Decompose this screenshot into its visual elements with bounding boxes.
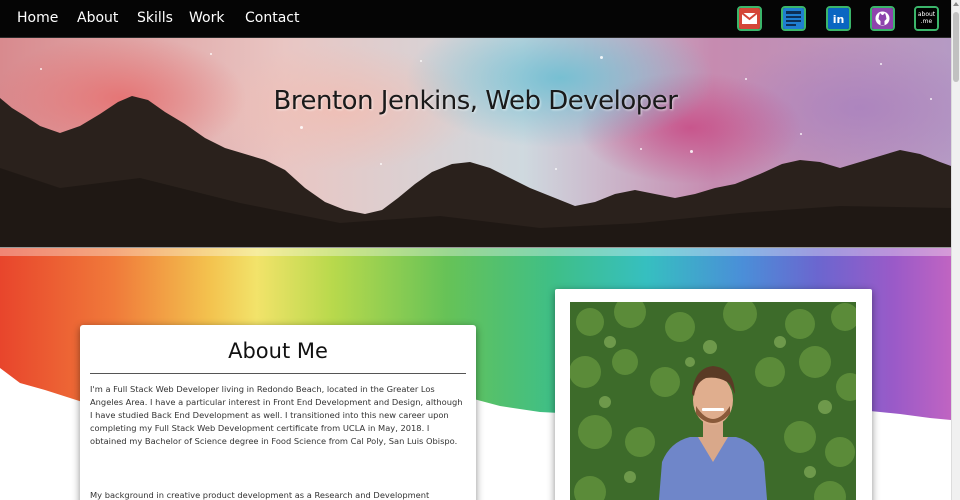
svg-text:in: in <box>833 13 845 26</box>
hero-title: Brenton Jenkins, Web Developer <box>273 86 678 116</box>
about-me-card: About Me I'm a Full Stack Web Developer … <box>80 325 476 500</box>
about-heading: About Me <box>228 339 328 363</box>
aboutme-line2: .me <box>920 18 933 25</box>
about-paragraph-2: My background in creative product develo… <box>90 490 430 500</box>
scroll-up-arrow-icon[interactable] <box>953 2 959 6</box>
about-divider <box>90 373 466 374</box>
scroll-thumb[interactable] <box>953 12 959 82</box>
page-scrollbar[interactable] <box>951 0 960 500</box>
resume-icon[interactable] <box>781 6 806 31</box>
nav-contact-link[interactable]: Contact <box>245 10 299 26</box>
aboutme-icon[interactable]: about .me <box>914 6 939 31</box>
top-navbar: Home About Skills Work Contact in about … <box>0 0 951 38</box>
nav-home-link[interactable]: Home <box>17 10 58 26</box>
github-icon[interactable] <box>870 6 895 31</box>
nav-work-link[interactable]: Work <box>189 10 224 26</box>
mountain-silhouette <box>0 96 951 247</box>
hero-banner: Brenton Jenkins, Web Developer <box>0 38 951 248</box>
profile-photo <box>570 302 856 500</box>
aboutme-line1: about <box>917 11 936 18</box>
profile-photo-card <box>555 289 872 500</box>
about-paragraph-1: I'm a Full Stack Web Developer living in… <box>90 384 463 446</box>
nav-skills-link[interactable]: Skills <box>137 10 173 26</box>
linkedin-icon[interactable]: in <box>826 6 851 31</box>
nav-about-link[interactable]: About <box>77 10 118 26</box>
gmail-icon[interactable] <box>737 6 762 31</box>
